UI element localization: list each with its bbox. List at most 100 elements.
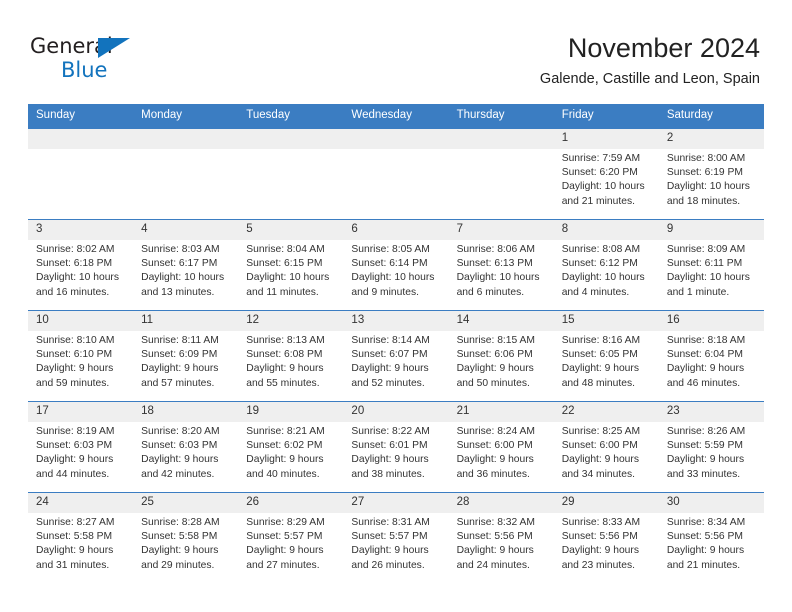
day-number: 3 [28, 220, 134, 240]
day-cell[interactable]: 25 Sunrise: 8:28 AM Sunset: 5:58 PM Dayl… [133, 493, 239, 583]
day-cell[interactable]: 17 Sunrise: 8:19 AM Sunset: 6:03 PM Dayl… [28, 402, 134, 492]
day-number: 27 [343, 493, 449, 513]
day-cell[interactable]: 21 Sunrise: 8:24 AM Sunset: 6:00 PM Dayl… [448, 402, 554, 492]
day-cell-empty [28, 129, 134, 219]
day-cell[interactable]: 13 Sunrise: 8:14 AM Sunset: 6:07 PM Dayl… [343, 311, 449, 401]
day-number [238, 129, 344, 149]
daylight-text-line2: and 1 minute. [666, 286, 730, 298]
week-row: 10 Sunrise: 8:10 AM Sunset: 6:10 PM Dayl… [28, 310, 764, 401]
day-cell[interactable]: 3 Sunrise: 8:02 AM Sunset: 6:18 PM Dayli… [28, 220, 134, 310]
day-body: Sunrise: 8:18 AM Sunset: 6:04 PM Dayligh… [659, 331, 764, 401]
daylight-text-line1: Daylight: 9 hours [561, 545, 639, 557]
day-cell[interactable]: 27 Sunrise: 8:31 AM Sunset: 5:57 PM Dayl… [343, 493, 449, 583]
daylight-text-line1: Daylight: 9 hours [246, 545, 324, 557]
sunset-text: Sunset: 6:10 PM [36, 349, 113, 361]
day-cell[interactable]: 19 Sunrise: 8:21 AM Sunset: 6:02 PM Dayl… [238, 402, 344, 492]
day-cell[interactable]: 4 Sunrise: 8:03 AM Sunset: 6:17 PM Dayli… [133, 220, 239, 310]
sunset-text: Sunset: 6:01 PM [351, 440, 428, 452]
day-body: Sunrise: 8:31 AM Sunset: 5:57 PM Dayligh… [343, 513, 448, 583]
day-cell[interactable]: 1 Sunrise: 7:59 AM Sunset: 6:20 PM Dayli… [553, 129, 659, 219]
sunrise-text: Sunrise: 8:20 AM [141, 426, 220, 437]
day-body: Sunrise: 7:59 AM Sunset: 6:20 PM Dayligh… [554, 149, 659, 219]
day-number [343, 129, 449, 149]
day-cell[interactable]: 6 Sunrise: 8:05 AM Sunset: 6:14 PM Dayli… [343, 220, 449, 310]
day-number: 25 [133, 493, 239, 513]
day-cell[interactable]: 11 Sunrise: 8:11 AM Sunset: 6:09 PM Dayl… [133, 311, 239, 401]
title-block: November 2024 Galende, Castille and Leon… [540, 32, 760, 88]
daylight-text-line1: Daylight: 9 hours [36, 363, 114, 375]
day-cell[interactable]: 22 Sunrise: 8:25 AM Sunset: 6:00 PM Dayl… [553, 402, 659, 492]
day-cell-empty [133, 129, 239, 219]
day-cell[interactable]: 14 Sunrise: 8:15 AM Sunset: 6:06 PM Dayl… [448, 311, 554, 401]
day-body: Sunrise: 8:09 AM Sunset: 6:11 PM Dayligh… [659, 240, 764, 310]
daylight-text-line1: Daylight: 10 hours [456, 272, 540, 284]
daylight-text-line2: and 21 minutes. [666, 559, 741, 571]
daylight-text-line1: Daylight: 10 hours [561, 272, 645, 284]
daylight-text-line1: Daylight: 9 hours [456, 545, 534, 557]
day-number: 7 [448, 220, 554, 240]
day-number: 28 [448, 493, 554, 513]
sunset-text: Sunset: 6:04 PM [666, 349, 743, 361]
sunrise-text: Sunrise: 8:13 AM [246, 335, 325, 346]
day-number [133, 129, 239, 149]
daylight-text-line1: Daylight: 9 hours [141, 545, 219, 557]
day-number: 24 [28, 493, 134, 513]
day-cell[interactable]: 18 Sunrise: 8:20 AM Sunset: 6:03 PM Dayl… [133, 402, 239, 492]
day-cell[interactable]: 30 Sunrise: 8:34 AM Sunset: 5:56 PM Dayl… [658, 493, 764, 583]
weekday-header-wednesday: Wednesday [351, 109, 412, 121]
day-body: Sunrise: 8:08 AM Sunset: 6:12 PM Dayligh… [554, 240, 659, 310]
daylight-text-line2: and 48 minutes. [561, 377, 635, 389]
daylight-text-line1: Daylight: 9 hours [456, 363, 534, 375]
page-subtitle: Galende, Castille and Leon, Spain [539, 71, 760, 87]
day-cell[interactable]: 2 Sunrise: 8:00 AM Sunset: 6:19 PM Dayli… [658, 129, 764, 219]
sunrise-text: Sunrise: 8:28 AM [141, 517, 220, 528]
day-cell[interactable]: 28 Sunrise: 8:32 AM Sunset: 5:56 PM Dayl… [448, 493, 554, 583]
sunset-text: Sunset: 6:19 PM [666, 167, 743, 179]
sunrise-text: Sunrise: 8:14 AM [351, 335, 430, 346]
day-cell[interactable]: 24 Sunrise: 8:27 AM Sunset: 5:58 PM Dayl… [28, 493, 134, 583]
sunrise-text: Sunrise: 8:19 AM [36, 426, 115, 437]
page-title: November 2024 [567, 33, 760, 63]
day-cell[interactable]: 29 Sunrise: 8:33 AM Sunset: 5:56 PM Dayl… [553, 493, 659, 583]
sunrise-text: Sunrise: 8:29 AM [246, 517, 325, 528]
day-body: Sunrise: 8:00 AM Sunset: 6:19 PM Dayligh… [659, 149, 764, 219]
day-body: Sunrise: 8:25 AM Sunset: 6:00 PM Dayligh… [554, 422, 659, 492]
day-cell[interactable]: 5 Sunrise: 8:04 AM Sunset: 6:15 PM Dayli… [238, 220, 344, 310]
daylight-text-line2: and 4 minutes. [561, 286, 630, 298]
day-cell[interactable]: 23 Sunrise: 8:26 AM Sunset: 5:59 PM Dayl… [658, 402, 764, 492]
day-number: 12 [238, 311, 344, 331]
daylight-text-line1: Daylight: 9 hours [561, 454, 639, 466]
day-number: 10 [28, 311, 134, 331]
daylight-text-line1: Daylight: 9 hours [561, 363, 639, 375]
day-cell[interactable]: 12 Sunrise: 8:13 AM Sunset: 6:08 PM Dayl… [238, 311, 344, 401]
daylight-text-line1: Daylight: 9 hours [246, 363, 324, 375]
daylight-text-line2: and 26 minutes. [351, 559, 425, 571]
sunset-text: Sunset: 6:03 PM [141, 440, 218, 452]
day-cell[interactable]: 15 Sunrise: 8:16 AM Sunset: 6:05 PM Dayl… [553, 311, 659, 401]
day-cell[interactable]: 8 Sunrise: 8:08 AM Sunset: 6:12 PM Dayli… [553, 220, 659, 310]
sunset-text: Sunset: 6:02 PM [246, 440, 323, 452]
sunset-text: Sunset: 6:13 PM [456, 258, 533, 270]
daylight-text-line1: Daylight: 10 hours [666, 272, 750, 284]
sunrise-text: Sunrise: 8:18 AM [666, 335, 746, 346]
daylight-text-line2: and 21 minutes. [561, 195, 635, 207]
sunset-text: Sunset: 6:17 PM [141, 258, 218, 270]
day-body: Sunrise: 8:21 AM Sunset: 6:02 PM Dayligh… [238, 422, 343, 492]
day-cell[interactable]: 26 Sunrise: 8:29 AM Sunset: 5:57 PM Dayl… [238, 493, 344, 583]
sunrise-text: Sunrise: 8:06 AM [456, 244, 535, 255]
day-cell[interactable]: 16 Sunrise: 8:18 AM Sunset: 6:04 PM Dayl… [658, 311, 764, 401]
day-cell[interactable]: 10 Sunrise: 8:10 AM Sunset: 6:10 PM Dayl… [28, 311, 134, 401]
day-body: Sunrise: 8:24 AM Sunset: 6:00 PM Dayligh… [449, 422, 554, 492]
day-cell[interactable]: 20 Sunrise: 8:22 AM Sunset: 6:01 PM Dayl… [343, 402, 449, 492]
daylight-text-line2: and 23 minutes. [561, 559, 635, 571]
logo-triangle-icon [98, 38, 130, 58]
weekday-header-friday: Friday [561, 109, 594, 121]
day-number: 23 [658, 402, 764, 422]
day-cell[interactable]: 7 Sunrise: 8:06 AM Sunset: 6:13 PM Dayli… [448, 220, 554, 310]
generalblue-logo[interactable]: General Blue [30, 34, 150, 86]
day-cell[interactable]: 9 Sunrise: 8:09 AM Sunset: 6:11 PM Dayli… [658, 220, 764, 310]
day-body: Sunrise: 8:06 AM Sunset: 6:13 PM Dayligh… [449, 240, 554, 310]
day-body: Sunrise: 8:27 AM Sunset: 5:58 PM Dayligh… [28, 513, 133, 583]
sunrise-text: Sunrise: 8:22 AM [351, 426, 430, 437]
day-number: 17 [28, 402, 134, 422]
